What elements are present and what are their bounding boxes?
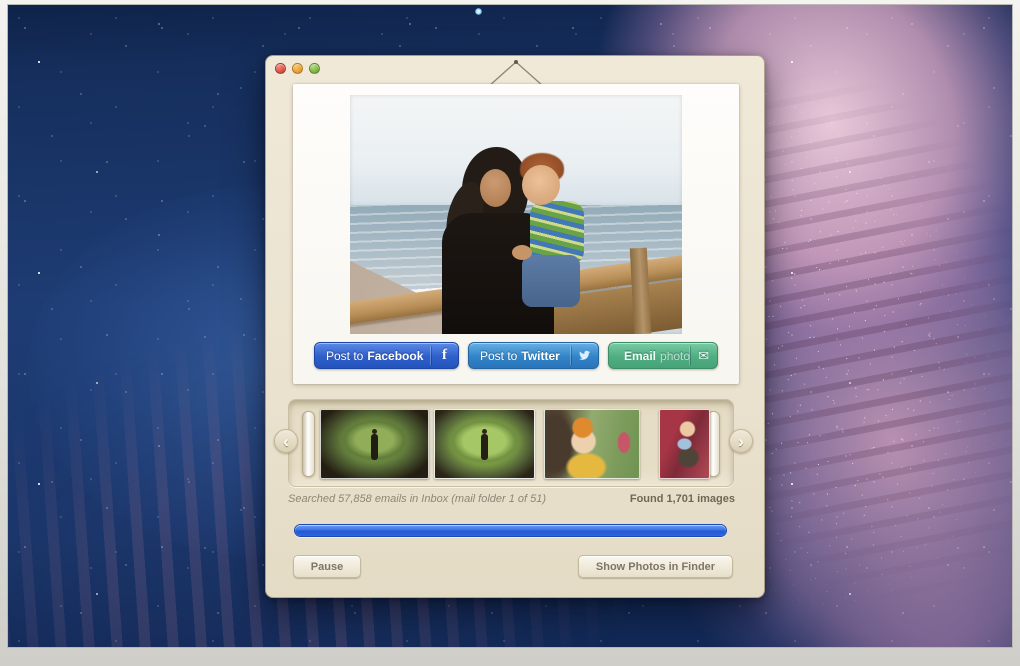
close-button[interactable] bbox=[275, 63, 286, 74]
window-controls bbox=[275, 63, 320, 74]
main-photo bbox=[350, 95, 682, 334]
woman-face-art bbox=[480, 169, 511, 207]
minimize-button[interactable] bbox=[292, 63, 303, 74]
email-button-label: Email photo bbox=[624, 348, 691, 363]
thumbnail-2[interactable] bbox=[434, 409, 535, 479]
lost-photos-window: Post to Facebook f Post to Twitter Email ph… bbox=[265, 55, 765, 598]
filmstrip-roller-left bbox=[302, 411, 315, 477]
thumbnail-1[interactable] bbox=[320, 409, 429, 479]
filmstrip-next-button[interactable]: › bbox=[729, 429, 753, 453]
woman-hand-art bbox=[512, 245, 532, 260]
envelope-icon: ✉ bbox=[690, 346, 710, 365]
searched-status-text: Searched 57,858 emails in Inbox (mail fo… bbox=[288, 493, 547, 505]
person-silhouette-art bbox=[480, 429, 488, 461]
show-photos-in-finder-button[interactable]: Show Photos in Finder bbox=[578, 555, 733, 578]
bottom-action-row: Pause Show Photos in Finder bbox=[293, 555, 733, 578]
person-silhouette-art bbox=[370, 429, 378, 461]
thumbnail-3[interactable] bbox=[544, 409, 640, 479]
polaroid-card: Post to Facebook f Post to Twitter Email ph… bbox=[293, 84, 739, 384]
post-to-twitter-button[interactable]: Post to Twitter bbox=[468, 342, 599, 369]
desktop-wallpaper: Post to Facebook f Post to Twitter Email ph… bbox=[7, 4, 1013, 648]
search-progress-bar bbox=[294, 524, 727, 537]
facebook-button-label: Post to Facebook bbox=[326, 348, 424, 363]
chevron-right-icon: › bbox=[738, 431, 744, 451]
filmstrip-previous-button[interactable]: ‹ bbox=[274, 429, 298, 453]
pause-button[interactable]: Pause bbox=[293, 555, 361, 578]
thumbnail-4[interactable] bbox=[659, 409, 710, 479]
child-face-art bbox=[522, 165, 560, 205]
share-button-row: Post to Facebook f Post to Twitter Email ph… bbox=[293, 342, 739, 369]
post-to-facebook-button[interactable]: Post to Facebook f bbox=[314, 342, 459, 369]
email-photo-button[interactable]: Email photo ✉ bbox=[608, 342, 718, 369]
twitter-button-label: Post to Twitter bbox=[480, 348, 560, 363]
status-row: Searched 57,858 emails in Inbox (mail fo… bbox=[288, 493, 735, 505]
progress-fill bbox=[295, 525, 726, 536]
facebook-icon: f bbox=[431, 346, 451, 365]
filmstrip-tray bbox=[288, 399, 734, 487]
bright-star bbox=[475, 8, 482, 15]
chevron-left-icon: ‹ bbox=[283, 431, 289, 451]
monitor-bezel: Post to Facebook f Post to Twitter Email ph… bbox=[0, 0, 1020, 666]
found-images-text: Found 1,701 images bbox=[629, 493, 735, 505]
zoom-button[interactable] bbox=[309, 63, 320, 74]
twitter-bird-icon bbox=[571, 346, 591, 365]
child-jeans-art bbox=[522, 255, 580, 307]
